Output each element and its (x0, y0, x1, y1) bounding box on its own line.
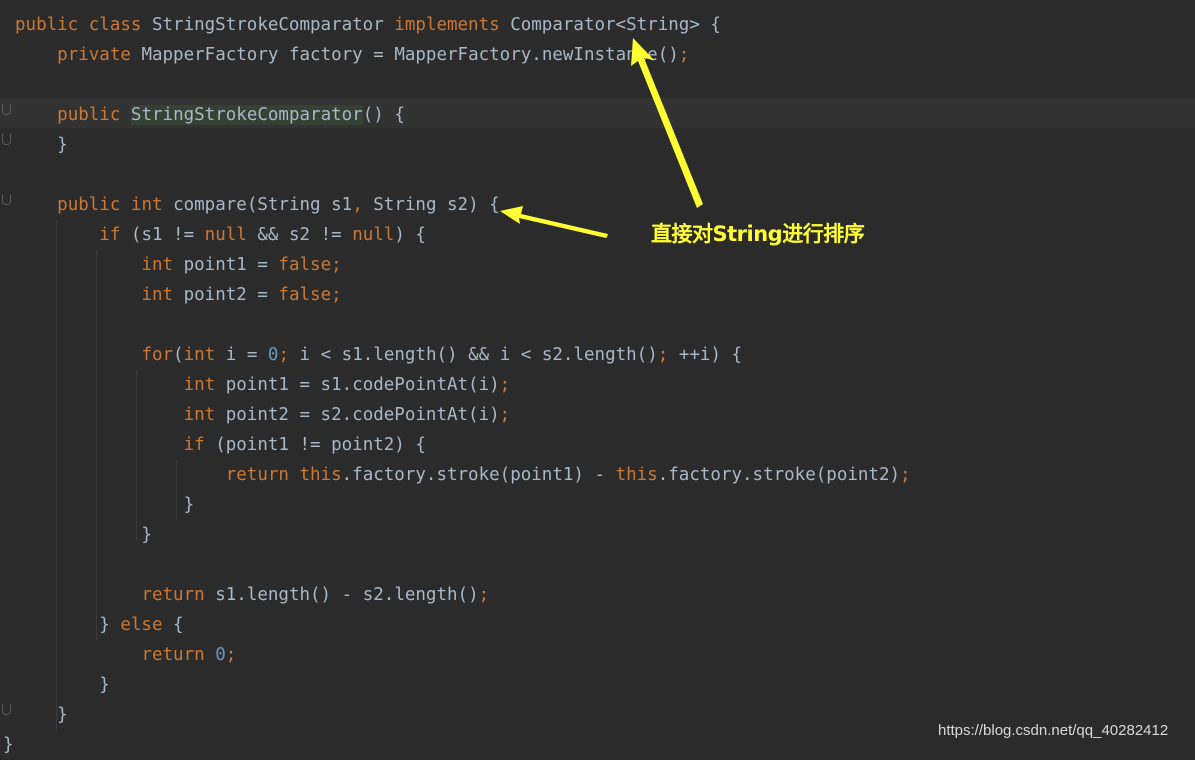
arrow-to-comparator-icon (631, 38, 703, 208)
annotation-label: 直接对String进行排序 (651, 222, 865, 246)
annotation-arrows (500, 38, 703, 238)
arrow-to-compare-method-icon (500, 206, 608, 238)
watermark: https://blog.csdn.net/qq_40282412 (938, 722, 1169, 739)
